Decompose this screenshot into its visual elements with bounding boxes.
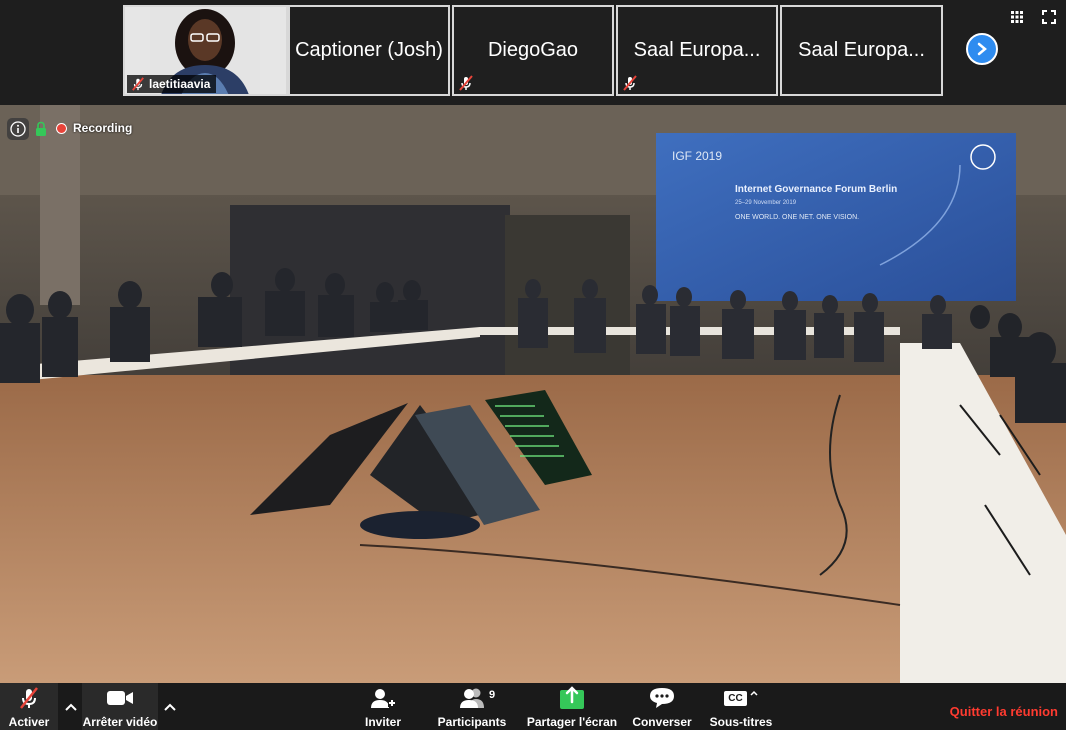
- chevron-up-icon: [164, 703, 176, 711]
- participants-count: 9: [489, 689, 496, 701]
- chat-button[interactable]: Converser: [630, 683, 694, 730]
- recording-indicator[interactable]: Recording: [56, 121, 132, 135]
- cc-icon: CC: [724, 690, 747, 706]
- muted-mic-icon: [459, 75, 473, 91]
- encryption-lock-icon[interactable]: [35, 121, 47, 137]
- main-video-feed: IGF 2019 Internet Governance Forum Berli…: [0, 105, 1066, 683]
- audio-options-caret[interactable]: [60, 683, 82, 730]
- participant-name: DiegoGao: [487, 39, 579, 61]
- video-camera-icon: [107, 691, 133, 705]
- leave-meeting-button[interactable]: Quitter la réunion: [950, 704, 1058, 719]
- muted-mic-icon: [623, 75, 637, 91]
- participant-tile[interactable]: Saal Europa...: [616, 5, 778, 96]
- chevron-right-icon: [977, 42, 987, 56]
- closed-captions-button[interactable]: CC Sous-titres: [708, 683, 774, 730]
- recording-label: Recording: [73, 121, 133, 135]
- muted-mic-icon: [132, 77, 144, 91]
- invite-button[interactable]: Inviter: [356, 683, 410, 730]
- closed-captions-label: Sous-titres: [709, 715, 773, 729]
- share-screen-label: Partager l'écran: [526, 715, 618, 729]
- chevron-up-icon: [750, 690, 758, 696]
- participant-name: Saal Europa...: [798, 39, 925, 61]
- participant-name: Saal Europa...: [633, 39, 761, 61]
- fullscreen-icon[interactable]: [1041, 9, 1057, 25]
- share-screen-icon: [560, 686, 584, 709]
- add-person-icon: [371, 689, 396, 708]
- invite-label: Inviter: [364, 715, 401, 729]
- unmute-button[interactable]: Activer: [0, 683, 58, 730]
- participants-button[interactable]: Participants: [436, 683, 508, 730]
- banner-dates: 25–29 November 2019: [735, 200, 797, 206]
- chevron-up-icon: [65, 703, 77, 711]
- banner-logo: IGF 2019: [672, 149, 722, 163]
- participants-icon: [460, 688, 484, 708]
- stop-video-button[interactable]: Arrêter vidéo: [82, 683, 158, 730]
- stop-video-label: Arrêter vidéo: [82, 715, 158, 729]
- banner-slogan: ONE WORLD. ONE NET. ONE VISION.: [735, 214, 859, 221]
- meeting-toolbar: Activer Arrêter vidéo Inviter Participan…: [0, 683, 1066, 730]
- meeting-info-button[interactable]: [7, 118, 29, 140]
- participant-tile[interactable]: DiegoGao: [452, 5, 614, 96]
- video-options-caret[interactable]: [159, 683, 181, 730]
- record-dot-icon: [56, 122, 67, 134]
- share-screen-button[interactable]: Partager l'écran: [526, 683, 618, 730]
- participant-tile[interactable]: Captioner (Josh): [288, 5, 450, 96]
- participant-tile-video[interactable]: laetitiaavia: [123, 5, 288, 96]
- participant-tile[interactable]: Saal Europa...: [780, 5, 943, 96]
- participant-name: Captioner (Josh): [295, 39, 443, 61]
- muted-mic-icon: [20, 687, 38, 709]
- chat-label: Converser: [632, 715, 692, 729]
- chat-bubble-icon: [650, 688, 674, 708]
- unmute-label: Activer: [8, 715, 50, 729]
- next-page-button[interactable]: [966, 33, 998, 65]
- info-icon: [10, 121, 26, 137]
- grid-view-icon[interactable]: [1009, 9, 1025, 25]
- banner-title: Internet Governance Forum Berlin: [735, 184, 897, 195]
- participant-name-tag: laetitiaavia: [127, 75, 217, 93]
- participants-label: Participants: [437, 715, 507, 729]
